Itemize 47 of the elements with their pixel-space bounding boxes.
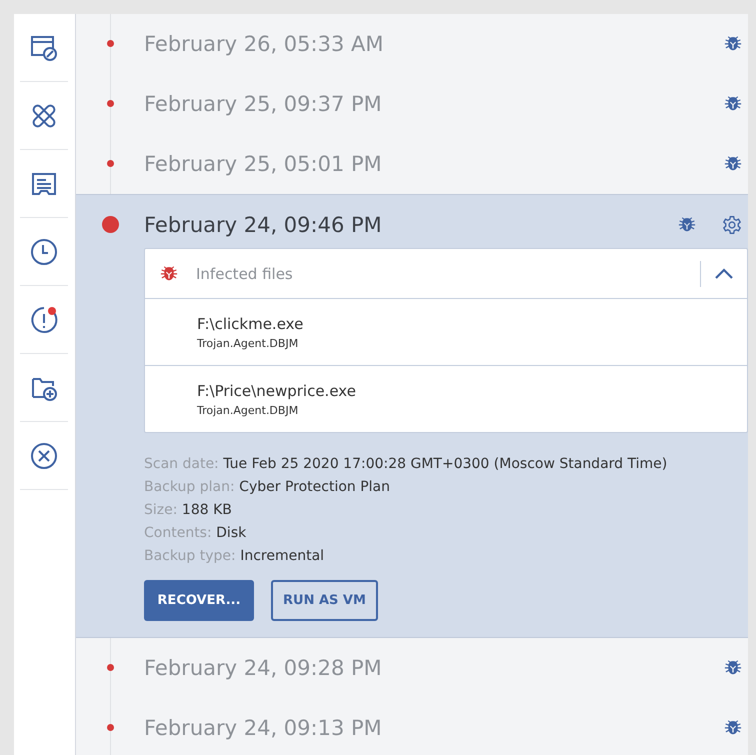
detail-value: Cyber Protection Plan bbox=[239, 479, 390, 495]
backup-row[interactable]: February 24, 09:13 PM bbox=[76, 698, 748, 755]
backup-row[interactable] bbox=[76, 194, 748, 638]
timeline-dot bbox=[102, 216, 119, 233]
bug-icon bbox=[160, 264, 178, 282]
detail-label: Contents: bbox=[144, 525, 212, 541]
file-path: F:\clickme.exe bbox=[197, 314, 304, 332]
detail-label: Size: bbox=[144, 502, 178, 518]
timeline-dot bbox=[107, 40, 114, 47]
detail-label: Scan date: bbox=[144, 456, 219, 472]
backup-row[interactable]: February 25, 09:37 PM bbox=[76, 74, 748, 134]
detail-value: Tue Feb 25 2020 17:00:28 GMT+0300 (Moscow Standard Time) bbox=[223, 456, 668, 472]
recover-button[interactable]: RECOVER... bbox=[144, 580, 254, 621]
threat-name: Trojan.Agent.DBJM bbox=[197, 404, 300, 416]
backup-date: February 24, 09:46 PM bbox=[144, 212, 383, 236]
detail-label: Backup plan: bbox=[144, 479, 235, 495]
caret-icon bbox=[714, 268, 734, 280]
backup-row[interactable]: February 26, 05:33 AM bbox=[76, 14, 748, 74]
alert-icon bbox=[29, 304, 59, 334]
timeline-dot bbox=[107, 100, 114, 107]
settings-icon[interactable] bbox=[722, 214, 742, 234]
bug-icon bbox=[724, 34, 742, 52]
threat-name: Trojan.Agent.DBJM bbox=[197, 336, 300, 350]
clock-icon bbox=[29, 236, 59, 266]
backup-date: February 24, 09:13 PM bbox=[144, 716, 383, 740]
panel-title: Infected files bbox=[196, 264, 294, 282]
timeline-dot bbox=[107, 664, 114, 671]
timeline-dot bbox=[107, 724, 114, 731]
backup-date: February 25, 09:37 PM bbox=[144, 92, 383, 116]
bug-icon bbox=[724, 658, 742, 676]
bug-icon bbox=[724, 718, 742, 736]
bug-icon bbox=[678, 216, 696, 234]
backup-row[interactable]: February 24, 09:28 PM bbox=[76, 638, 748, 698]
cancel-icon bbox=[29, 440, 59, 470]
backup-date: February 25, 05:01 PM bbox=[144, 152, 383, 176]
backup-date: February 24, 09:28 PM bbox=[144, 656, 383, 680]
timeline-dot bbox=[107, 160, 114, 167]
run-vm-button[interactable]: RUN AS VM bbox=[271, 580, 378, 621]
bug-icon bbox=[724, 94, 742, 112]
detail-value: Disk bbox=[216, 525, 246, 541]
bug-icon bbox=[724, 154, 742, 172]
detail-value: 188 KB bbox=[182, 502, 232, 518]
backup-row[interactable]: February 25, 05:01 PM bbox=[76, 134, 748, 194]
backup-date: February 26, 05:33 AM bbox=[144, 32, 384, 56]
file-path: F:\Price\newprice.exe bbox=[197, 382, 357, 400]
detail-value: Incremental bbox=[240, 548, 324, 564]
detail-label: Backup type: bbox=[144, 548, 236, 564]
